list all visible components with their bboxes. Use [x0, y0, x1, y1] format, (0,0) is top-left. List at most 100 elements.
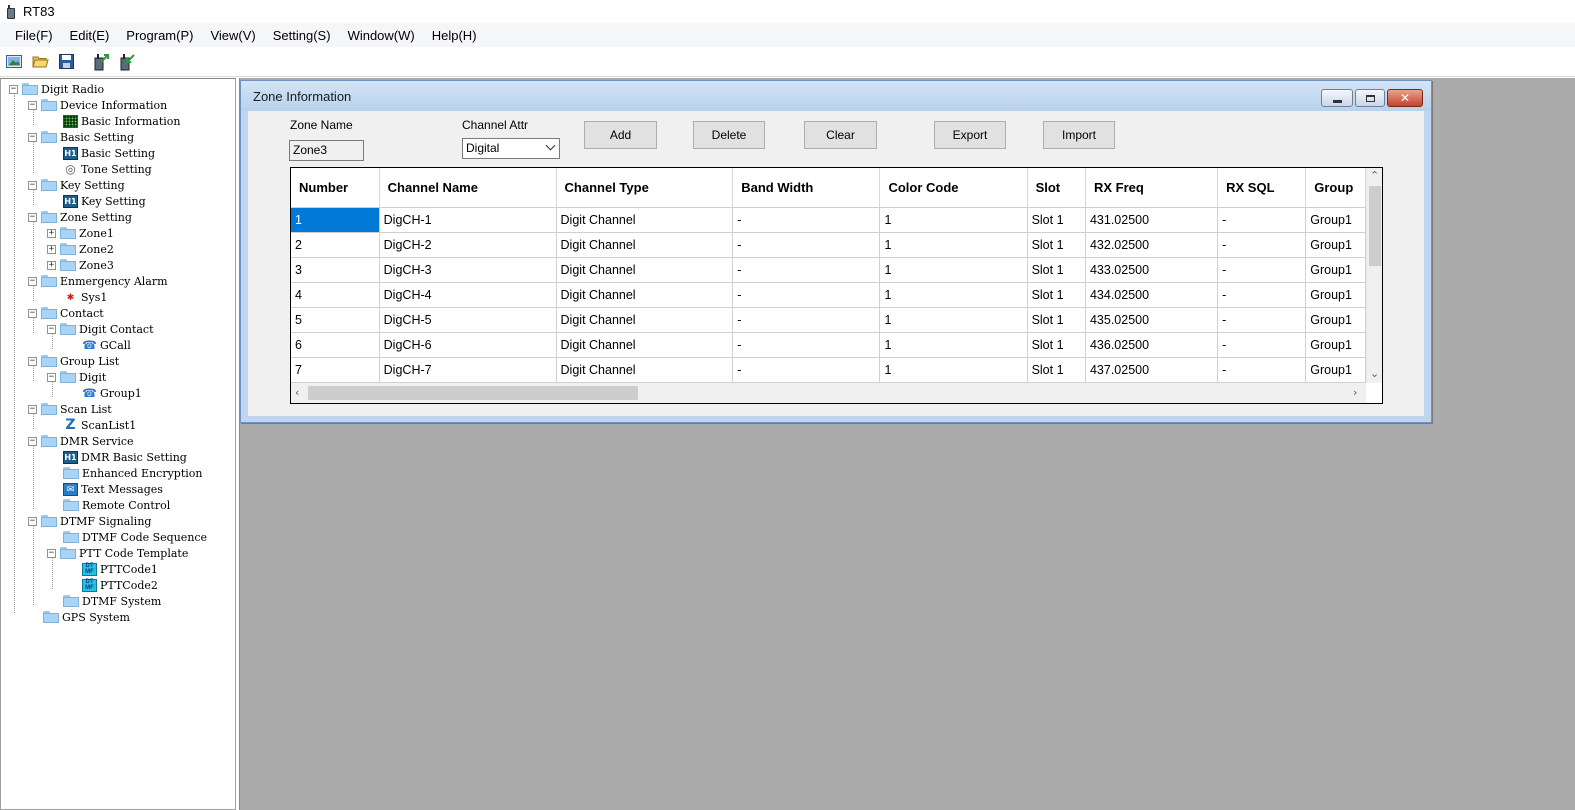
table-cell[interactable]: - [1217, 282, 1307, 308]
channel-attr-select[interactable]: Digital [462, 138, 560, 159]
menu-help[interactable]: Help(H) [425, 26, 484, 45]
table-cell[interactable]: - [1217, 207, 1307, 233]
table-cell[interactable]: Slot 1 [1027, 232, 1086, 258]
table-cell[interactable]: Digit Channel [556, 307, 734, 333]
column-header-channel-type[interactable]: Channel Type [556, 168, 734, 208]
table-cell[interactable]: Slot 1 [1027, 282, 1086, 308]
collapse-icon[interactable]: − [28, 132, 37, 142]
tree-node-root[interactable]: − Digit Radio [9, 81, 104, 97]
table-cell[interactable]: 1 [291, 207, 380, 233]
zone-window-titlebar[interactable]: Zone Information [241, 81, 1431, 111]
tree-node-group1[interactable]: ☎ Group1 [82, 385, 142, 401]
tree-node-dtmf-system[interactable]: DTMF System [63, 593, 161, 609]
expand-icon[interactable]: + [47, 244, 56, 254]
table-cell[interactable]: - [1217, 232, 1307, 258]
column-header-channel-name[interactable]: Channel Name [379, 168, 557, 208]
table-cell[interactable]: DigCH-2 [379, 232, 557, 258]
menu-window[interactable]: Window(W) [341, 26, 422, 45]
collapse-icon[interactable]: − [28, 516, 37, 526]
table-cell[interactable]: Digit Channel [556, 207, 734, 233]
table-cell[interactable]: Slot 1 [1027, 207, 1086, 233]
table-cell[interactable]: Group1 [1305, 207, 1366, 233]
channel-grid[interactable]: Number Channel Name Channel Type Band Wi… [290, 167, 1383, 404]
table-cell[interactable]: - [1217, 307, 1307, 333]
settings-tree[interactable]: − Digit Radio − Device Information Basic… [0, 78, 236, 810]
table-cell[interactable]: - [732, 257, 881, 283]
column-header-group[interactable]: Group [1305, 168, 1366, 208]
table-cell[interactable]: DigCH-1 [379, 207, 557, 233]
collapse-icon[interactable]: − [28, 276, 37, 286]
collapse-icon[interactable]: − [9, 84, 18, 94]
tree-node-dtmf-signaling[interactable]: − DTMF Signaling [28, 513, 151, 529]
table-cell[interactable]: Digit Channel [556, 357, 734, 383]
delete-button[interactable]: Delete [693, 121, 765, 149]
table-cell[interactable]: 1 [879, 307, 1028, 333]
table-cell[interactable]: 1 [879, 282, 1028, 308]
column-header-band-width[interactable]: Band Width [732, 168, 881, 208]
table-cell[interactable]: Slot 1 [1027, 307, 1086, 333]
scroll-down-icon[interactable]: ⌄ [1370, 367, 1379, 380]
table-cell[interactable]: 434.02500 [1085, 282, 1219, 308]
tree-node-tone-setting[interactable]: ◎ Tone Setting [63, 161, 151, 177]
table-row[interactable]: 1 DigCH-1 Digit Channel -1 Slot 1 431.02500- G… [291, 207, 1366, 233]
tree-node-key-setting-item[interactable]: H1 Key Setting [63, 193, 146, 209]
collapse-icon[interactable]: − [28, 100, 37, 110]
table-row[interactable]: 5 DigCH-5 Digit Channel -1 Slot 1 435.02500- G… [291, 307, 1366, 333]
close-button[interactable]: ✕ [1387, 89, 1423, 107]
tree-node-group-list[interactable]: − Group List [28, 353, 119, 369]
collapse-icon[interactable]: − [28, 180, 37, 190]
table-row[interactable]: 6 DigCH-6 Digit Channel -1 Slot 1 436.02500- G… [291, 332, 1366, 358]
collapse-icon[interactable]: − [28, 436, 37, 446]
table-cell[interactable]: 1 [879, 257, 1028, 283]
table-cell[interactable]: DigCH-7 [379, 357, 557, 383]
table-cell[interactable]: 1 [879, 232, 1028, 258]
table-cell[interactable]: Digit Channel [556, 282, 734, 308]
table-cell[interactable]: 7 [291, 357, 380, 383]
tree-node-zone-setting[interactable]: − Zone Setting [28, 209, 132, 225]
menu-edit[interactable]: Edit(E) [63, 26, 117, 45]
table-row[interactable]: 3 DigCH-3 Digit Channel -1 Slot 1 433.02500- G… [291, 257, 1366, 283]
clear-button[interactable]: Clear [804, 121, 877, 149]
column-header-number[interactable]: Number [291, 168, 380, 208]
expand-icon[interactable]: + [47, 228, 56, 238]
minimize-button[interactable] [1321, 89, 1353, 107]
menu-view[interactable]: View(V) [203, 26, 262, 45]
tree-node-contact[interactable]: − Contact [28, 305, 104, 321]
table-cell[interactable]: 1 [879, 357, 1028, 383]
table-cell[interactable]: - [732, 357, 881, 383]
table-cell[interactable]: Slot 1 [1027, 257, 1086, 283]
export-button[interactable]: Export [934, 121, 1006, 149]
collapse-icon[interactable]: − [47, 548, 56, 558]
table-cell[interactable]: Group1 [1305, 257, 1366, 283]
table-cell[interactable]: 431.02500 [1085, 207, 1219, 233]
table-cell[interactable]: - [732, 332, 881, 358]
scroll-left-icon[interactable]: ‹ [295, 386, 299, 399]
tree-node-zone3[interactable]: + Zone3 [47, 257, 114, 273]
table-cell[interactable]: 437.02500 [1085, 357, 1219, 383]
collapse-icon[interactable]: − [28, 356, 37, 366]
table-cell[interactable]: - [732, 207, 881, 233]
table-cell[interactable]: DigCH-3 [379, 257, 557, 283]
collapse-icon[interactable]: − [47, 372, 56, 382]
tree-node-dmr-basic-setting[interactable]: H1 DMR Basic Setting [63, 449, 187, 465]
tree-node-remote-control[interactable]: Remote Control [63, 497, 170, 513]
tree-node-device-information[interactable]: − Device Information [28, 97, 167, 113]
menu-setting[interactable]: Setting(S) [266, 26, 338, 45]
vertical-scroll-thumb[interactable] [1369, 186, 1381, 266]
add-button[interactable]: Add [584, 121, 657, 149]
tree-node-ptt-code-template[interactable]: − PTT Code Template [47, 545, 188, 561]
collapse-icon[interactable]: − [28, 212, 37, 222]
tree-node-digit[interactable]: − Digit [47, 369, 106, 385]
collapse-icon[interactable]: − [47, 324, 56, 334]
tree-node-basic-setting[interactable]: − Basic Setting [28, 129, 134, 145]
scroll-right-icon[interactable]: › [1353, 386, 1357, 399]
table-cell[interactable]: 4 [291, 282, 380, 308]
column-header-color-code[interactable]: Color Code [879, 168, 1028, 208]
tree-node-basic-information[interactable]: Basic Information [63, 113, 180, 129]
table-row[interactable]: 2 DigCH-2 Digit Channel -1 Slot 1 432.02500- G… [291, 232, 1366, 258]
tree-node-dtmf-code-sequence[interactable]: DTMF Code Sequence [63, 529, 207, 545]
table-cell[interactable]: DigCH-5 [379, 307, 557, 333]
tree-node-scanlist1[interactable]: Z ScanList1 [63, 417, 136, 433]
table-cell[interactable]: DigCH-4 [379, 282, 557, 308]
save-icon[interactable] [55, 51, 77, 73]
